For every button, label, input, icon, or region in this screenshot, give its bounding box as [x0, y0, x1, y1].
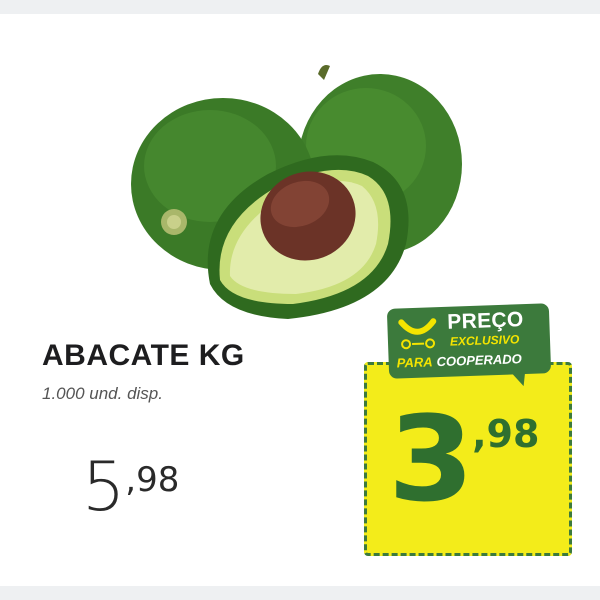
- avocado-image: [131, 65, 462, 319]
- promo-price-tag[interactable]: PREÇO EXCLUSIVO PARA COOPERADO 3,98: [360, 292, 578, 560]
- badge-line-preco: PREÇO: [446, 308, 524, 334]
- promo-price-decimal: ,98: [472, 412, 540, 456]
- badge-pointer: [511, 372, 526, 387]
- badge-line-exclusivo: EXCLUSIVO: [449, 332, 520, 349]
- promo-price: 3,98: [387, 390, 540, 528]
- stock-availability: 1.000 und. disp.: [42, 384, 163, 403]
- smile-logo-icon: [398, 318, 437, 350]
- product-title: ABACATE KG: [42, 339, 245, 372]
- badge-cooperado: COOPERADO: [436, 351, 523, 370]
- cooperado-badge: PREÇO EXCLUSIVO PARA COOPERADO: [386, 303, 552, 387]
- badge-line-para-cooperado: PARA COOPERADO: [396, 351, 522, 370]
- badge-para: PARA: [396, 354, 433, 371]
- regular-price-decimal: ,98: [125, 460, 180, 500]
- promo-price-integer: 3: [387, 390, 475, 528]
- regular-price: 5,98: [82, 454, 179, 522]
- regular-price-integer: 5: [82, 448, 126, 527]
- product-card[interactable]: ABACATE KG 1.000 und. disp. 5,98 PREÇO E…: [0, 14, 600, 586]
